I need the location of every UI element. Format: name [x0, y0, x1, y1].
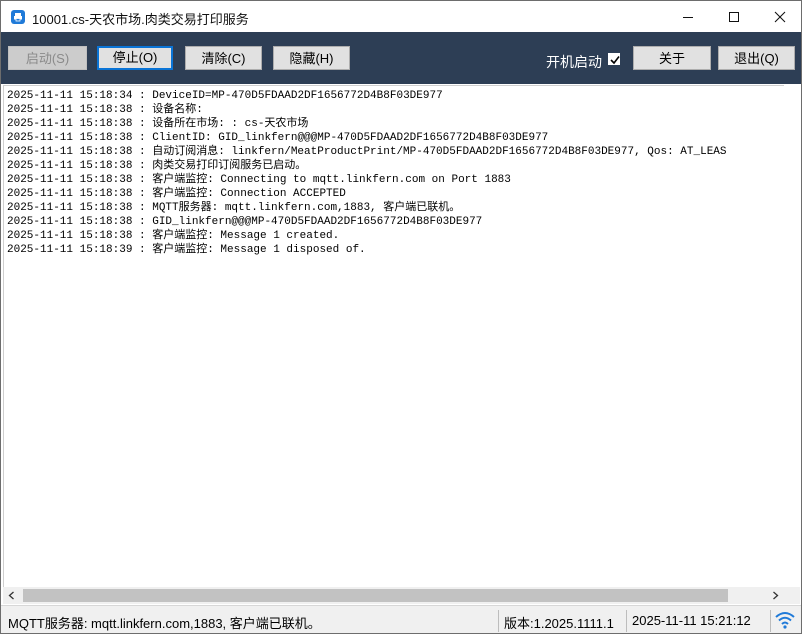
log-line: 2025-11-11 15:18:38 : ClientID: GID_link… [7, 132, 549, 144]
close-icon [774, 11, 786, 23]
log-line: 2025-11-11 15:18:38 : GID_linkfern@@@MP-… [7, 216, 483, 228]
log-line: 2025-11-11 15:18:38 : 自动订阅消息: linkfern/M… [7, 146, 727, 158]
status-bar: MQTT服务器: mqtt.linkfern.com,1883, 客户端已联机。… [1, 605, 801, 633]
stop-button[interactable]: 停止(O) [97, 46, 173, 70]
status-divider [626, 610, 627, 632]
log-line: 2025-11-11 15:18:39 : 客户端监控: Message 1 d… [7, 244, 366, 256]
minimize-icon [683, 17, 693, 18]
scroll-right-button[interactable] [767, 587, 784, 604]
horizontal-scrollbar[interactable] [3, 587, 800, 604]
wifi-icon [775, 612, 795, 629]
hide-button[interactable]: 隐藏(H) [273, 46, 350, 70]
minimize-button[interactable] [665, 1, 711, 32]
log-line: 2025-11-11 15:18:38 : MQTT服务器: mqtt.link… [7, 202, 461, 214]
app-window: 10001.cs-天农市场.肉类交易打印服务 启动(S) 停止(O) 清除(C)… [0, 0, 802, 634]
scrollbar-thumb[interactable] [23, 589, 728, 602]
maximize-icon [729, 12, 739, 22]
log-output[interactable]: 2025-11-11 15:18:34 : DeviceID=MP-470D5F… [3, 85, 784, 588]
log-line: 2025-11-11 15:18:38 : 客户端监控: Connecting … [7, 174, 511, 186]
status-divider [770, 610, 771, 632]
scroll-left-button[interactable] [3, 587, 20, 604]
close-button[interactable] [757, 1, 801, 32]
start-button[interactable]: 启动(S) [8, 46, 87, 70]
exit-button[interactable]: 退出(Q) [718, 46, 795, 70]
log-line: 2025-11-11 15:18:38 : 客户端监控: Connection … [7, 188, 346, 200]
checkmark-icon [610, 56, 620, 65]
log-line: 2025-11-11 15:18:38 : 设备名称: [7, 104, 203, 116]
datetime-label: 2025-11-11 15:21:12 [632, 613, 751, 628]
chevron-right-icon [773, 591, 779, 600]
maximize-button[interactable] [711, 1, 757, 32]
log-right-gutter [784, 85, 800, 587]
server-status: MQTT服务器: mqtt.linkfern.com,1883, 客户端已联机。 [8, 616, 321, 631]
log-line: 2025-11-11 15:18:38 : 肉类交易打印订阅服务已启动。 [7, 160, 307, 172]
printer-app-icon [11, 10, 25, 24]
chevron-left-icon [8, 591, 14, 600]
clear-button[interactable]: 清除(C) [185, 46, 262, 70]
log-line: 2025-11-11 15:18:34 : DeviceID=MP-470D5F… [7, 90, 443, 102]
autostart-label: 开机启动 [546, 54, 602, 70]
about-button[interactable]: 关于 [633, 46, 711, 70]
autostart-checkbox[interactable] [608, 53, 620, 65]
version-label: 版本:1.2025.1111.1 [504, 616, 614, 631]
log-line: 2025-11-11 15:18:38 : 客户端监控: Message 1 c… [7, 230, 340, 242]
log-line: 2025-11-11 15:18:38 : 设备所在市场: : cs-天农市场 [7, 118, 309, 130]
status-divider [498, 610, 499, 632]
title-bar[interactable]: 10001.cs-天农市场.肉类交易打印服务 [1, 1, 801, 32]
window-title: 10001.cs-天农市场.肉类交易打印服务 [32, 12, 249, 27]
toolbar: 启动(S) 停止(O) 清除(C) 隐藏(H) 开机启动 关于 退出(Q) [1, 32, 801, 84]
